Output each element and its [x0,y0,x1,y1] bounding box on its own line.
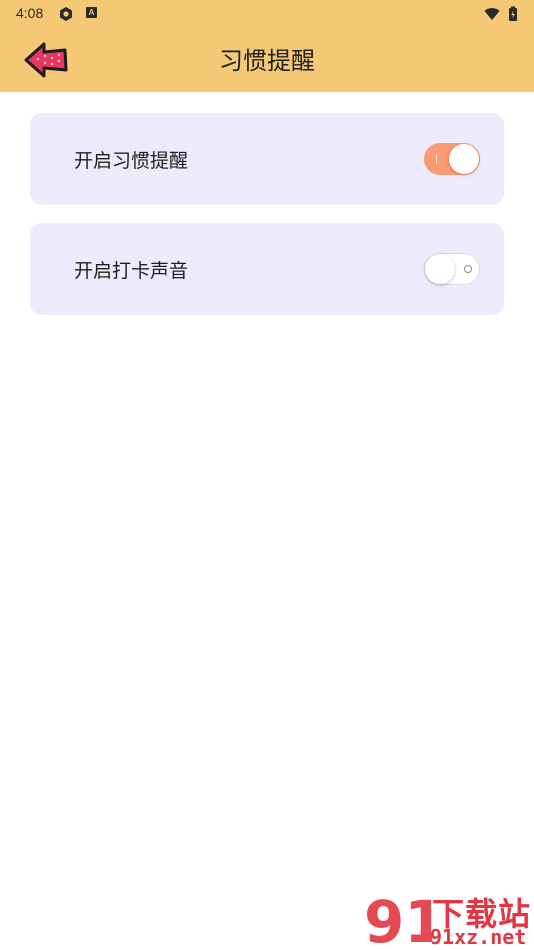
habit-reminder-toggle[interactable] [424,143,480,175]
status-bar: 4:08 A [0,0,534,28]
app-header: 4:08 A 习惯提醒 [0,0,534,92]
checkin-sound-label: 开启打卡声音 [74,260,189,282]
habit-reminder-setting: 开启习惯提醒 [30,113,504,205]
toggle-off-mark [464,265,472,273]
status-time: 4:08 [16,5,44,21]
wifi-icon [484,8,500,20]
watermark-logo: 91 [364,888,432,950]
a-notification-icon: A [86,7,97,18]
checkin-sound-setting: 开启打卡声音 [30,223,504,315]
toggle-on-mark [436,154,437,164]
checkin-sound-toggle[interactable] [424,253,480,285]
watermark: 91 下载站 91xz.net [364,888,534,950]
toggle-knob [425,254,455,284]
watermark-logo-text: 91 [364,888,432,950]
watermark-domain: 91xz.net [430,925,527,949]
habit-reminder-label: 开启习惯提醒 [74,150,189,172]
battery-icon [509,6,517,21]
page-title: 习惯提醒 [219,47,315,75]
toggle-knob [449,144,479,174]
settings-icon [60,7,72,21]
